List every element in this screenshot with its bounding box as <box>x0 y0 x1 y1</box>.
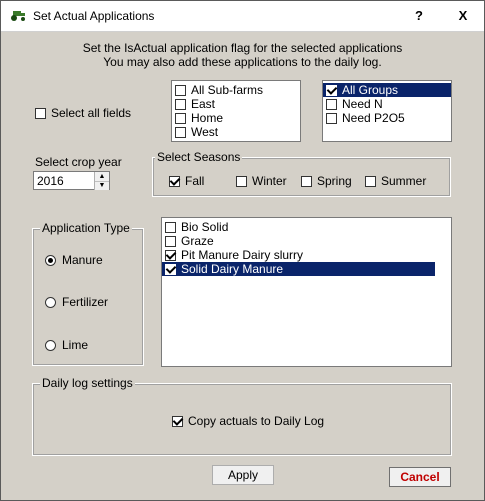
radio-manure[interactable]: Manure <box>45 253 103 267</box>
intro-line-1: Set the IsActual application flag for th… <box>82 41 403 55</box>
list-item[interactable]: Need N <box>323 97 451 111</box>
cancel-button[interactable]: Cancel <box>389 467 451 487</box>
window-title: Set Actual Applications <box>33 9 155 23</box>
spinner-buttons: ▲ ▼ <box>94 172 109 190</box>
list-item[interactable]: All Groups <box>323 83 451 97</box>
checkbox-box <box>236 176 247 188</box>
title-bar: Set Actual Applications ? X <box>1 1 484 32</box>
checkbox-box <box>175 99 186 111</box>
sub-farms-list[interactable]: All Sub-farms East Home West <box>171 80 301 142</box>
checkbox-box <box>175 127 186 139</box>
checkbox-box <box>35 108 46 120</box>
checkbox-box <box>165 250 176 262</box>
intro-line-2: You may also add these applications to t… <box>103 55 382 69</box>
list-item[interactable]: Home <box>172 111 300 125</box>
list-item[interactable]: Pit Manure Dairy slurry <box>162 248 451 262</box>
radio-circle <box>45 340 56 352</box>
applications-list[interactable]: Bio Solid Graze Pit Manure Dairy slurry … <box>161 217 452 367</box>
checkbox-box <box>175 113 186 125</box>
select-all-fields-checkbox[interactable]: Select all fields <box>35 106 131 120</box>
season-summer-checkbox[interactable]: Summer <box>365 174 426 188</box>
help-button[interactable]: ? <box>397 1 441 31</box>
crop-year-label: Select crop year <box>35 155 122 169</box>
radio-fertilizer[interactable]: Fertilizer <box>45 295 108 309</box>
season-fall-checkbox[interactable]: Fall <box>169 174 204 188</box>
checkbox-box <box>165 264 176 276</box>
crop-year-value: 2016 <box>37 174 64 188</box>
tractor-icon <box>11 11 25 21</box>
checkbox-box <box>165 236 176 248</box>
radio-circle <box>45 255 56 267</box>
list-item[interactable]: West <box>172 125 300 139</box>
list-item[interactable]: East <box>172 97 300 111</box>
checkbox-box <box>326 85 337 97</box>
crop-year-spinner[interactable]: 2016 ▲ ▼ <box>33 171 110 190</box>
groups-list[interactable]: All Groups Need N Need P2O5 <box>322 80 452 142</box>
select-all-fields-label: Select all fields <box>51 106 132 120</box>
daily-log-label: Daily log settings <box>40 376 135 390</box>
checkbox-box <box>165 222 176 234</box>
season-spring-checkbox[interactable]: Spring <box>301 174 352 188</box>
list-item[interactable]: Need P2O5 <box>323 111 451 125</box>
list-item[interactable]: All Sub-farms <box>172 83 300 97</box>
checkbox-box <box>172 416 183 428</box>
list-item[interactable]: Graze <box>162 234 451 248</box>
close-button[interactable]: X <box>441 1 485 31</box>
checkbox-box <box>301 176 312 188</box>
checkbox-box <box>326 113 337 125</box>
dialog-window: Set Actual Applications ? X Set the IsAc… <box>0 0 485 501</box>
radio-circle <box>45 297 56 309</box>
application-type-label: Application Type <box>40 221 132 235</box>
dialog-body: Set the IsActual application flag for th… <box>9 33 476 492</box>
list-item[interactable]: Solid Dairy Manure <box>162 262 435 276</box>
apply-button[interactable]: Apply <box>212 465 274 485</box>
checkbox-box <box>326 99 337 111</box>
checkbox-box <box>365 176 376 188</box>
seasons-group-label: Select Seasons <box>155 150 243 164</box>
season-winter-checkbox[interactable]: Winter <box>236 174 287 188</box>
checkbox-box <box>169 176 180 188</box>
list-item[interactable]: Bio Solid <box>162 220 451 234</box>
checkbox-box <box>175 85 186 97</box>
radio-lime[interactable]: Lime <box>45 338 88 352</box>
copy-actuals-checkbox[interactable]: Copy actuals to Daily Log <box>172 414 324 428</box>
spin-down-arrow-icon[interactable]: ▼ <box>95 181 109 190</box>
